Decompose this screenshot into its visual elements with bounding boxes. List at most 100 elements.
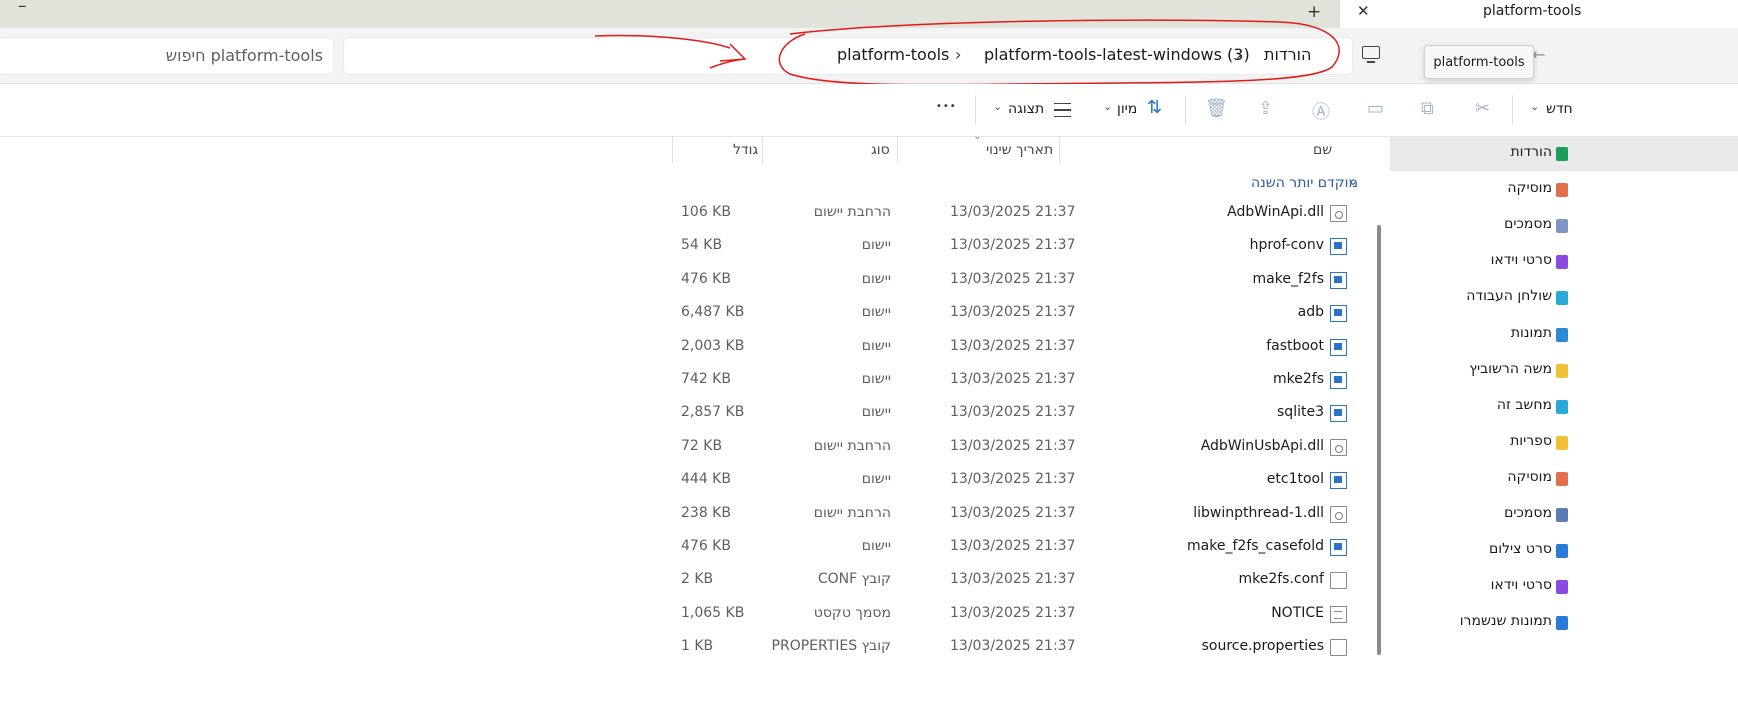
file-row[interactable]: 742 KB יישום 13/03/2025 21:37 mke2fs <box>672 364 1372 397</box>
file-date: 13/03/2025 21:37 <box>950 204 1076 220</box>
delete-icon[interactable]: 🗑 <box>1205 98 1228 119</box>
column-divider <box>672 137 673 163</box>
nav-folder-icon <box>1556 580 1568 595</box>
nav-item[interactable]: ספריות <box>1510 433 1552 449</box>
file-type: יישום <box>861 538 891 554</box>
nav-folder-icon <box>1556 219 1568 234</box>
nav-item[interactable]: תמונות <box>1511 325 1552 341</box>
file-type: הרחבת יישום <box>813 437 891 454</box>
new-button[interactable]: חדש <box>1546 101 1573 117</box>
view-button[interactable]: תצוגה <box>1008 101 1044 117</box>
file-row[interactable]: 476 KB יישום 13/03/2025 21:37 make_f2fs_cas… <box>672 531 1372 564</box>
file-date: 13/03/2025 21:37 <box>950 404 1076 421</box>
group-header[interactable]: מוקדם יותר השנה <box>1251 175 1358 191</box>
nav-folder-icon <box>1556 435 1568 450</box>
nav-item[interactable]: סרטי וידאו <box>1491 252 1552 268</box>
nav-item[interactable]: הורדות <box>1510 144 1552 160</box>
more-options-icon[interactable]: ••• <box>936 101 957 112</box>
share-icon[interactable]: ⇪ <box>1258 98 1273 119</box>
file-size: 1 KB <box>681 638 714 655</box>
close-tab-icon[interactable]: ✕ <box>1357 2 1370 20</box>
file-type: מסמך טקסט <box>813 604 891 621</box>
file-name: fastboot <box>1266 337 1324 354</box>
file-name: AdbWinApi.dll <box>1227 204 1324 220</box>
paste-icon[interactable]: ▭ <box>1367 98 1384 119</box>
new-chevron-icon[interactable]: ⌄ <box>1530 100 1539 113</box>
view-chevron-icon[interactable]: ⌄ <box>993 100 1002 113</box>
file-row[interactable]: 1 KB קובץ PROPERTIES 13/03/2025 21:37 sourc… <box>672 631 1372 664</box>
column-header-type[interactable]: סוג <box>871 142 890 158</box>
file-row[interactable]: 2,003 KB יישום 13/03/2025 21:37 fastboot <box>672 331 1372 364</box>
nav-item[interactable]: סרט צילום <box>1489 541 1552 557</box>
nav-item[interactable]: מוסיקה <box>1507 469 1552 485</box>
toolbar-separator <box>975 95 976 125</box>
file-row[interactable]: 6,487 KB יישום 13/03/2025 21:37 adb <box>672 297 1372 330</box>
application-icon <box>1330 271 1347 289</box>
file-name: hprof-conv <box>1249 237 1324 254</box>
monitor-icon[interactable] <box>1362 46 1380 59</box>
sort-arrows-icon[interactable]: ⇅ <box>1147 97 1162 118</box>
file-size: 2,003 KB <box>681 337 745 354</box>
back-arrow-icon[interactable]: ← <box>1532 45 1545 64</box>
cut-icon[interactable]: ✂ <box>1475 98 1490 119</box>
file-row[interactable]: 72 KB הרחבת יישום 13/03/2025 21:37 AdbWinUs… <box>672 431 1372 464</box>
nav-item[interactable]: תמונות שנשמרו <box>1460 613 1552 629</box>
file-date: 13/03/2025 21:37 <box>950 504 1076 521</box>
nav-folder-icon <box>1556 399 1568 414</box>
nav-folder-icon <box>1556 508 1568 522</box>
file-size: 476 KB <box>681 538 731 554</box>
nav-item[interactable]: מוסיקה <box>1507 180 1552 196</box>
monitor-stand-icon <box>1367 61 1375 63</box>
nav-item[interactable]: שולחן העבודה <box>1466 288 1552 304</box>
file-type: קובץ PROPERTIES <box>771 638 891 655</box>
minimize-icon[interactable]: – <box>18 0 27 16</box>
nav-item[interactable]: מסמכים <box>1504 505 1552 521</box>
rename-icon[interactable]: Ⓐ <box>1312 98 1330 124</box>
dll-file-icon <box>1330 438 1347 456</box>
column-header-name[interactable]: שם <box>1313 142 1332 158</box>
file-row[interactable]: 54 KB יישום 13/03/2025 21:37 hprof-conv <box>672 230 1372 263</box>
nav-folder-icon <box>1556 291 1568 306</box>
nav-item[interactable]: מסמכים <box>1504 216 1552 232</box>
column-divider <box>762 137 763 163</box>
active-tab-title[interactable]: platform-tools <box>1483 3 1581 19</box>
file-type: הרחבת יישום <box>813 204 891 220</box>
file-row[interactable]: 106 KB הרחבת יישום 13/03/2025 21:37 AdbWinA… <box>672 197 1372 230</box>
application-icon <box>1330 338 1347 356</box>
file-name: make_f2fs <box>1252 270 1325 287</box>
file-size: 476 KB <box>681 270 731 287</box>
file-row[interactable]: 2,857 KB יישום 13/03/2025 21:37 sqlite3 <box>672 397 1372 430</box>
file-date: 13/03/2025 21:37 <box>950 337 1076 354</box>
column-header-date[interactable]: תאריך שינוי <box>986 142 1053 158</box>
file-size: 444 KB <box>681 471 731 488</box>
search-box[interactable]: חיפוש platform-tools <box>0 37 334 75</box>
file-row[interactable]: 2 KB קובץ CONF 13/03/2025 21:37 mke2fs.conf <box>672 564 1372 597</box>
file-date: 13/03/2025 21:37 <box>950 638 1076 655</box>
nav-item[interactable]: משה הרשוביץ <box>1469 361 1552 377</box>
view-lines-mid <box>1054 109 1071 111</box>
file-size: 106 KB <box>681 204 731 220</box>
dll-file-icon <box>1330 505 1347 523</box>
sort-chevron-icon[interactable]: ⌄ <box>1103 100 1112 113</box>
nav-item[interactable]: מחשב זה <box>1497 397 1552 413</box>
file-name: mke2fs <box>1273 371 1324 387</box>
file-type: יישום <box>861 471 891 488</box>
file-row[interactable]: 476 KB יישום 13/03/2025 21:37 make_f2fs <box>672 264 1372 297</box>
nav-folder-icon <box>1556 147 1568 161</box>
file-date: 13/03/2025 21:37 <box>950 471 1076 488</box>
file-row[interactable]: 1,065 KB מסמך טקסט 13/03/2025 21:37 NOTICE <box>672 598 1372 631</box>
column-header-size[interactable]: גודל <box>733 142 758 158</box>
file-row[interactable]: 444 KB יישום 13/03/2025 21:37 etc1tool <box>672 464 1372 497</box>
vertical-scrollbar[interactable] <box>1377 225 1381 655</box>
nav-folder-icon <box>1556 255 1568 270</box>
sort-button[interactable]: מיון <box>1117 101 1137 117</box>
file-date: 13/03/2025 21:37 <box>950 571 1076 588</box>
document-icon <box>1330 605 1347 623</box>
file-row[interactable]: 238 KB הרחבת יישום 13/03/2025 21:37 libwinp… <box>672 498 1372 531</box>
copy-icon[interactable]: ⧉ <box>1421 98 1434 119</box>
file-size: 1,065 KB <box>681 604 745 621</box>
file-size: 2 KB <box>681 571 714 588</box>
nav-item[interactable]: סרטי וידאו <box>1491 577 1552 593</box>
search-input[interactable]: חיפוש platform-tools <box>166 46 323 65</box>
file-size: 238 KB <box>681 504 731 521</box>
